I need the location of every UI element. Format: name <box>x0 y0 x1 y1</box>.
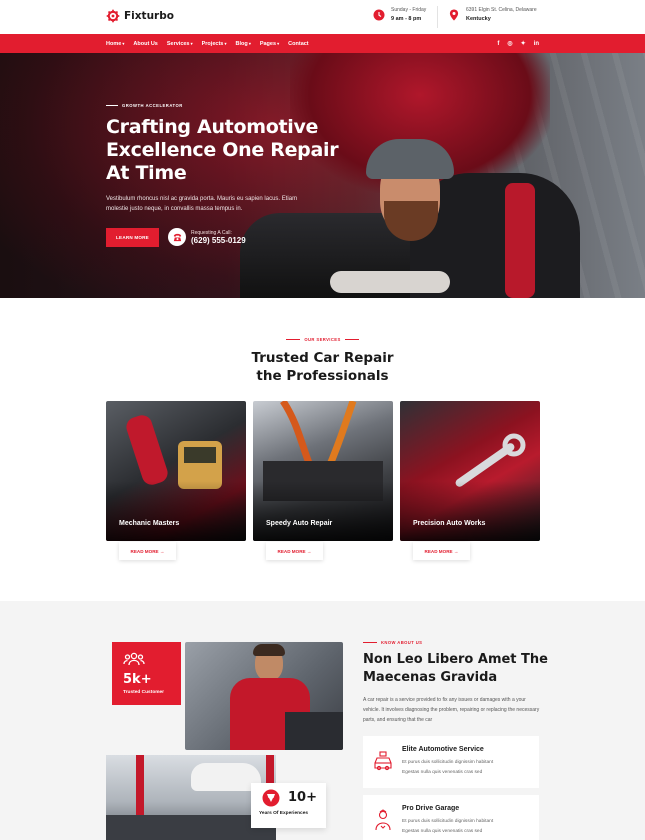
feature-line-2: Egestas nulla quis venenatis cras sed <box>402 770 483 775</box>
chevron-down-icon: ▾ <box>223 40 227 46</box>
address-label: 6391 Elgin St. Celina, Delaware <box>466 7 537 13</box>
mechanic-icon <box>375 809 391 831</box>
twitter-icon[interactable]: ✦ <box>521 40 526 47</box>
nav-item-blog[interactable]: Blog ▾ <box>235 41 250 47</box>
learn-more-button[interactable]: LEARN MORE <box>106 228 159 247</box>
nav-item-projects[interactable]: Projects ▾ <box>202 41 227 47</box>
customers-stat-card: 5k+ Trusted Customer <box>112 642 181 705</box>
nav-item-label: Home <box>106 40 122 47</box>
experience-label: Years Of Experiences <box>259 811 309 816</box>
card-shade <box>253 481 393 541</box>
chevron-down-icon: ▾ <box>276 40 280 46</box>
customers-count: 5k+ <box>123 672 152 687</box>
gear-logo-icon <box>106 9 120 23</box>
facebook-icon[interactable]: f <box>497 41 499 47</box>
chevron-down-icon: ▾ <box>247 40 251 46</box>
customers-label: Trusted Customer <box>123 690 165 695</box>
nav-item-label: Blog <box>235 40 248 47</box>
service-card-label: Mechanic Masters <box>119 520 180 527</box>
nav-item-contact[interactable]: Contact <box>288 41 308 47</box>
address-info: 6391 Elgin St. Celina, Delaware Kentucky <box>448 6 537 24</box>
nav-item-label: Services <box>166 40 190 47</box>
engine-decor <box>285 712 343 750</box>
nav-item-services[interactable]: Services ▾ <box>167 41 193 47</box>
linkedin-icon[interactable]: in <box>534 41 539 47</box>
chevron-down-icon: ▾ <box>121 40 125 46</box>
tag-line-right <box>344 339 359 340</box>
service-card-precision-auto-works[interactable]: Precision Auto Works <box>400 401 540 541</box>
mechanic-cap-decor <box>366 139 454 179</box>
feature-line-2: Egestas nulla quis venenatis cras sed <box>402 829 483 834</box>
feature-line-1: Et purus duis sollicitudin dignissim hab… <box>402 760 494 765</box>
feature-line-1: Et purus duis sollicitudin dignissim hab… <box>402 819 494 824</box>
car-service-icon <box>374 751 392 771</box>
divider <box>437 6 438 28</box>
nav-item-home[interactable]: Home ▾ <box>106 41 124 47</box>
chevron-down-icon: ▾ <box>189 40 193 46</box>
hero-subtitle: Vestibulum rhoncus nisl ac gravida porta… <box>106 196 298 212</box>
feature-pro-drive-garage[interactable]: Pro Drive Garage Et purus duis sollicitu… <box>363 795 539 840</box>
hero-eyebrow: GROWTH ACCELERATOR <box>106 103 183 108</box>
experience-count: 10+ <box>288 790 317 805</box>
smiling-mechanic-image <box>185 642 343 750</box>
clock-icon <box>373 9 385 21</box>
feature-elite-automotive-service[interactable]: Elite Automotive Service Et purus duis s… <box>363 736 539 788</box>
experience-stat-card: 10+ Years Of Experiences <box>251 783 326 828</box>
tag-line-left <box>286 339 301 340</box>
nav-list: Home ▾ About Us Services ▾ Projects ▾ Blog ▾… <box>106 34 318 53</box>
hero-eyebrow-text: GROWTH ACCELERATOR <box>122 103 183 108</box>
call-number[interactable]: (629) 555-0129 <box>191 236 246 245</box>
feature-title: Pro Drive Garage <box>402 805 460 812</box>
tag-line <box>363 642 377 643</box>
about-title: Non Leo Libero Amet The Maecenas Gravida <box>363 652 548 685</box>
nav-item-about-us[interactable]: About Us <box>133 41 157 47</box>
brand-name: Fixturbo <box>124 10 174 22</box>
read-more-button[interactable]: READ MORE → <box>413 542 470 560</box>
hours-info: Sunday - Friday 9 am - 8 pm <box>373 6 426 24</box>
nav-item-pages[interactable]: Pages ▾ <box>260 41 279 47</box>
service-card-mechanic-masters[interactable]: Mechanic Masters <box>106 401 246 541</box>
hours-label: Sunday - Friday <box>391 7 427 13</box>
nav-item-label: Projects <box>201 40 224 47</box>
card-shade <box>106 481 246 541</box>
award-icon <box>262 789 280 807</box>
call-cta[interactable]: Requesting A Call: (629) 555-0129 <box>168 228 246 246</box>
service-card-label: Precision Auto Works <box>413 520 486 527</box>
phone-icon <box>168 228 186 246</box>
social-links: f ◎ ✦ in <box>497 34 539 53</box>
mechanic-arm-decor <box>330 271 450 293</box>
mechanic-hair-decor <box>253 644 285 656</box>
hours-value: 9 am - 8 pm <box>391 16 422 22</box>
service-card-speedy-auto-repair[interactable]: Speedy Auto Repair <box>253 401 393 541</box>
top-bar: Fixturbo Sunday - Friday 9 am - 8 pm 639… <box>0 0 645 34</box>
eyebrow-line <box>106 105 118 106</box>
card-shade <box>400 481 540 541</box>
instagram-icon[interactable]: ◎ <box>507 40 512 47</box>
mechanic-strap-decor <box>505 183 535 298</box>
services-title: Trusted Car Repair the Professionals <box>251 350 394 384</box>
about-tag: KNOW ABOUT US <box>363 640 422 645</box>
logo[interactable]: Fixturbo <box>106 9 174 23</box>
about-paragraph: A car repair is a service provided to fi… <box>363 697 540 723</box>
location-pin-icon <box>449 9 459 21</box>
users-icon <box>123 652 145 666</box>
service-card-label: Speedy Auto Repair <box>266 520 333 527</box>
nav-item-label: Pages <box>259 40 277 47</box>
about-tag-text: KNOW ABOUT US <box>381 640 423 645</box>
nav-item-label: Contact <box>288 40 309 47</box>
address-value: Kentucky <box>466 16 491 22</box>
hero-title: Crafting Automotive Excellence One Repai… <box>106 116 339 184</box>
read-more-button[interactable]: READ MORE → <box>266 542 323 560</box>
main-nav: Home ▾ About Us Services ▾ Projects ▾ Blog ▾… <box>0 34 645 53</box>
read-more-button[interactable]: READ MORE → <box>119 542 176 560</box>
services-tag: OUR SERVICES <box>0 337 645 342</box>
nav-item-label: About Us <box>133 40 158 47</box>
services-tag-text: OUR SERVICES <box>304 337 341 342</box>
feature-title: Elite Automotive Service <box>402 746 484 753</box>
